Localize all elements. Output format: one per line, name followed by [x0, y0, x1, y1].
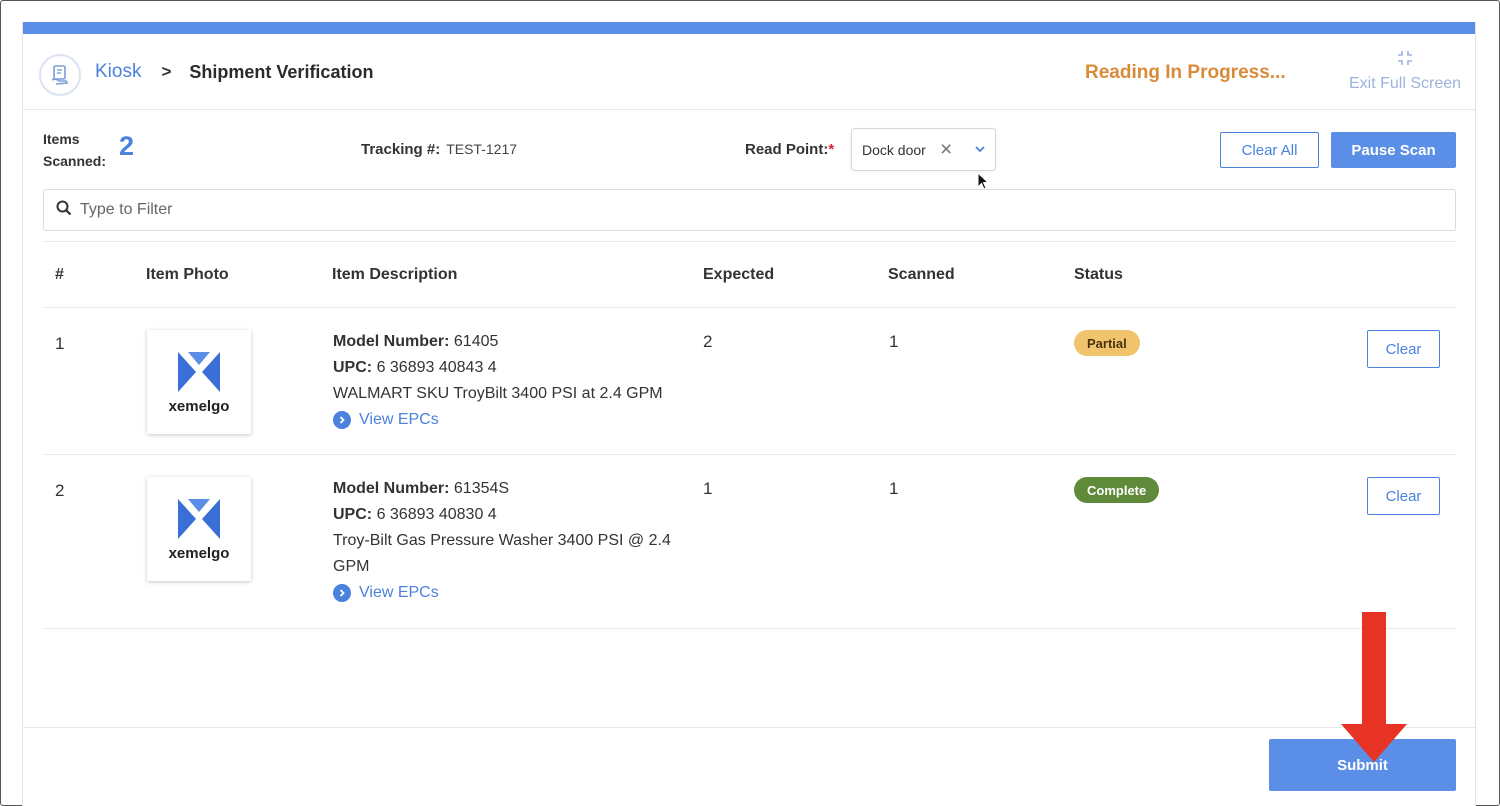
items-scanned-label: Items Scanned:: [43, 128, 106, 172]
status-badge: Partial: [1074, 330, 1140, 356]
table-header: # Item Photo Item Description Expected S…: [43, 241, 1456, 308]
table-row: 2 xemelgo Model Number: 61354S UPC: 6 36…: [43, 455, 1456, 629]
expected-count: 2: [703, 332, 713, 351]
clear-row-button[interactable]: Clear: [1367, 330, 1440, 368]
read-point-label-text: Read Point:: [745, 141, 829, 158]
col-expected: Expected: [703, 266, 775, 283]
breadcrumb-kiosk-link[interactable]: Kiosk: [95, 61, 141, 83]
table-row: 1 xemelgo Model Number: 61405 UPC: 6 368…: [43, 308, 1456, 455]
view-epcs-label: View EPCs: [359, 411, 439, 428]
col-item-photo: Item Photo: [146, 266, 229, 283]
scanned-count: 1: [889, 479, 899, 498]
view-epcs-link[interactable]: View EPCs: [333, 580, 698, 606]
xemelgo-logo: [178, 498, 220, 539]
item-description-text: WALMART SKU TroyBilt 3400 PSI at 2.4 GPM: [333, 385, 663, 402]
row-index: 1: [55, 334, 65, 353]
xemelgo-logo: [178, 351, 220, 392]
item-photo: xemelgo: [147, 477, 251, 581]
items-label-line1: Items: [43, 131, 80, 147]
breadcrumb: Kiosk > Shipment Verification: [95, 61, 373, 83]
status-badge: Complete: [1074, 477, 1160, 503]
footer: Submit: [23, 727, 1475, 806]
upc-label: UPC:: [333, 506, 373, 523]
chevron-right-circle-icon: [333, 584, 351, 602]
item-description: Model Number: 61354S UPC: 6 36893 40830 …: [333, 476, 698, 606]
red-arrow-annotation: [1341, 612, 1407, 762]
kiosk-card: Kiosk > Shipment Verification Reading In…: [22, 22, 1476, 806]
read-point-value: Dock door: [862, 141, 926, 158]
upc-value: 6 36893 40843 4: [376, 359, 497, 376]
clear-x-icon[interactable]: ×: [940, 138, 952, 162]
header: Kiosk > Shipment Verification Reading In…: [23, 34, 1475, 110]
reading-status: Reading In Progress...: [1085, 62, 1286, 83]
chevron-right-circle-icon: [333, 411, 351, 429]
model-label: Model Number:: [333, 480, 450, 497]
filter-input[interactable]: [80, 201, 1380, 219]
expected-count: 1: [703, 479, 713, 498]
upc-label: UPC:: [333, 359, 373, 376]
view-epcs-link[interactable]: View EPCs: [333, 407, 698, 433]
row-index: 2: [55, 481, 65, 500]
model-number: 61354S: [453, 480, 510, 497]
tracking-info: Tracking #: TEST-1217: [361, 141, 517, 158]
pause-scan-button[interactable]: Pause Scan: [1331, 132, 1456, 168]
filter-bar: [43, 189, 1456, 231]
clear-row-button[interactable]: Clear: [1367, 477, 1440, 515]
exit-fullscreen-icon: [1345, 50, 1465, 71]
col-item-description: Item Description: [332, 266, 458, 283]
clear-all-button[interactable]: Clear All: [1220, 132, 1319, 168]
col-status: Status: [1074, 266, 1123, 283]
search-icon: [56, 200, 72, 221]
tracking-label: Tracking #:: [361, 141, 441, 158]
items-scanned-count: 2: [119, 131, 135, 161]
top-accent-bar: [23, 22, 1475, 34]
photo-brand-text: xemelgo: [168, 544, 230, 562]
breadcrumb-separator: >: [161, 62, 172, 81]
item-description: Model Number: 61405 UPC: 6 36893 40843 4…: [333, 329, 698, 433]
item-photo: xemelgo: [147, 330, 251, 434]
photo-brand-text: xemelgo: [168, 397, 230, 415]
item-description-text: Troy-Bilt Gas Pressure Washer 3400 PSI @…: [333, 532, 671, 575]
chevron-down-icon[interactable]: [974, 142, 986, 158]
col-index: #: [55, 266, 64, 283]
upc-value: 6 36893 40830 4: [376, 506, 497, 523]
model-label: Model Number:: [333, 333, 450, 350]
page-title: Shipment Verification: [189, 61, 374, 82]
exit-fullscreen-button[interactable]: Exit Full Screen: [1345, 50, 1465, 93]
read-point-select[interactable]: Dock door ×: [851, 128, 996, 171]
col-scanned: Scanned: [888, 266, 955, 283]
model-number: 61405: [453, 333, 499, 350]
tracking-value: TEST-1217: [446, 141, 518, 157]
required-marker: *: [828, 141, 835, 158]
read-point-label: Read Point:*: [745, 141, 834, 158]
exit-fullscreen-label: Exit Full Screen: [1348, 75, 1462, 92]
items-label-line2: Scanned:: [43, 153, 107, 169]
kiosk-icon: [39, 54, 81, 96]
view-epcs-label: View EPCs: [359, 584, 439, 601]
scanned-count: 1: [889, 332, 899, 351]
